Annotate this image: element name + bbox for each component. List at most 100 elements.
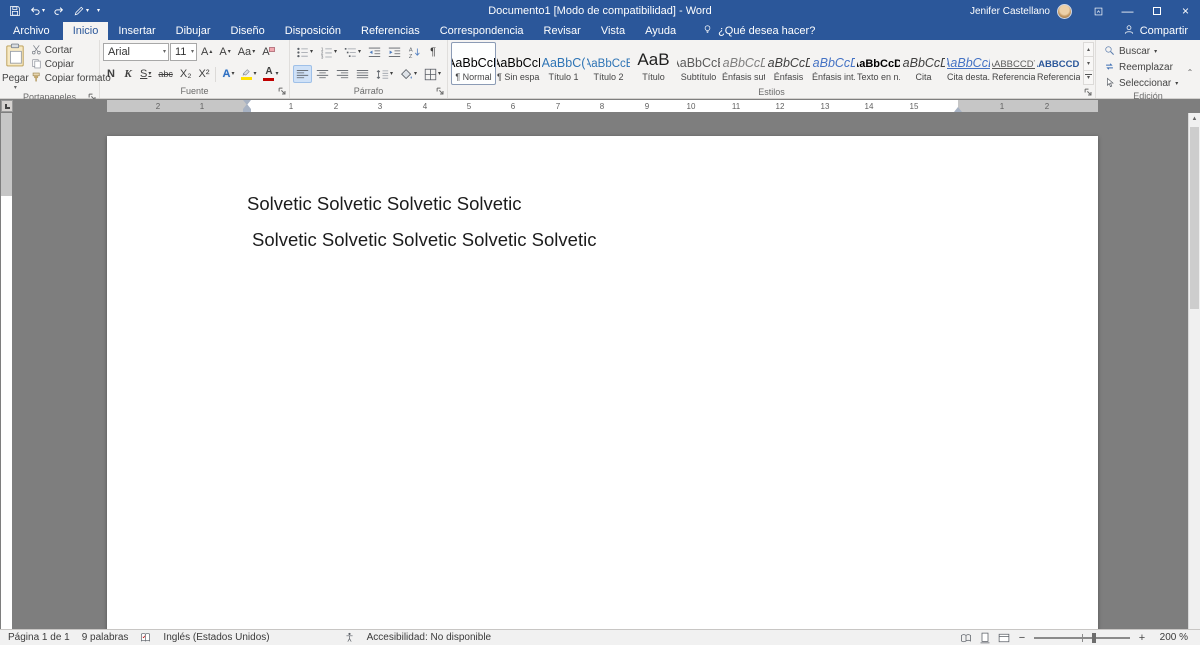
style-card[interactable]: AaBbCcDt Cita bbox=[901, 42, 946, 85]
tab-inicio[interactable]: Inicio bbox=[62, 22, 109, 40]
shrink-font-button[interactable]: A ▾ bbox=[216, 43, 233, 61]
clear-formatting-button[interactable]: A bbox=[259, 43, 277, 61]
replace-button[interactable]: Reemplazar bbox=[1104, 61, 1178, 74]
share-button[interactable]: Compartir bbox=[1111, 22, 1200, 40]
styles-scroll-down-icon[interactable]: ▾ bbox=[1084, 57, 1093, 71]
paste-button[interactable]: Pegar ▾ bbox=[2, 41, 29, 91]
tab-referencias[interactable]: Referencias bbox=[351, 22, 430, 40]
page-indicator[interactable]: Página 1 de 1 bbox=[8, 632, 70, 643]
tab-vista[interactable]: Vista bbox=[591, 22, 635, 40]
zoom-slider-thumb[interactable] bbox=[1091, 632, 1096, 643]
text-effects-button[interactable]: A ▾ bbox=[219, 65, 237, 83]
styles-more-icon[interactable]: ▾ bbox=[1084, 71, 1093, 84]
tab-stop-selector[interactable] bbox=[1, 100, 13, 112]
tab-diseño[interactable]: Diseño bbox=[221, 22, 275, 40]
hanging-indent-marker[interactable] bbox=[243, 104, 251, 112]
font-dialog-launcher-icon[interactable] bbox=[278, 87, 287, 96]
increase-indent-button[interactable] bbox=[385, 43, 404, 61]
vertical-ruler[interactable] bbox=[1, 113, 12, 629]
sort-button[interactable]: AZ bbox=[405, 43, 424, 61]
zoom-in-button[interactable]: + bbox=[1137, 632, 1147, 644]
tab-disposición[interactable]: Disposición bbox=[275, 22, 351, 40]
tab-insertar[interactable]: Insertar bbox=[108, 22, 165, 40]
font-color-button[interactable]: A ▾ bbox=[260, 65, 281, 83]
style-card[interactable]: AaBbCcDt Énfasis sutil bbox=[721, 42, 766, 85]
style-card[interactable]: AaBbCcL Cita desta... bbox=[946, 42, 991, 85]
justify-button[interactable] bbox=[353, 65, 372, 83]
scrollbar-thumb[interactable] bbox=[1190, 127, 1199, 309]
tell-me-box[interactable]: ¿Qué desea hacer? bbox=[702, 22, 815, 40]
horizontal-ruler[interactable]: 2 1 1 2 3 4 5 6 7 8 9 10 11 12 13 14 15 1 2 bbox=[107, 100, 1098, 112]
style-card[interactable]: AaBbCcL ¶ Sin espa... bbox=[496, 42, 541, 85]
styles-dialog-launcher-icon[interactable] bbox=[1084, 88, 1093, 97]
borders-button[interactable]: ▾ bbox=[421, 65, 444, 83]
paragraph-dialog-launcher-icon[interactable] bbox=[436, 87, 445, 96]
styles-scroll-up-icon[interactable]: ▴ bbox=[1084, 43, 1093, 57]
font-name-combo[interactable]: Arial ▾ bbox=[103, 43, 169, 61]
italic-button[interactable]: K bbox=[120, 65, 136, 83]
grow-font-button[interactable]: A ▴ bbox=[198, 43, 215, 61]
style-card[interactable]: AaBbCcE Título 2 bbox=[586, 42, 631, 85]
accessibility-icon[interactable] bbox=[344, 632, 355, 643]
tab-archivo[interactable]: Archivo bbox=[0, 22, 63, 40]
proofing-book-icon[interactable] bbox=[140, 632, 151, 643]
style-card[interactable]: AaBbCcDt Énfasis bbox=[766, 42, 811, 85]
style-card[interactable]: AABBCCDT Referencia... bbox=[991, 42, 1036, 85]
minimize-button[interactable]: — bbox=[1113, 0, 1142, 22]
bold-button[interactable]: N bbox=[103, 65, 119, 83]
multilevel-list-button[interactable]: ▾ bbox=[341, 43, 364, 61]
tab-dibujar[interactable]: Dibujar bbox=[166, 22, 221, 40]
document-line[interactable]: Solvetic Solvetic Solvetic Solvetic Solv… bbox=[252, 222, 1098, 258]
accessibility-status[interactable]: Accesibilidad: No disponible bbox=[367, 632, 492, 643]
print-layout-icon[interactable] bbox=[979, 632, 991, 644]
document-line[interactable]: Solvetic Solvetic Solvetic Solvetic bbox=[247, 186, 1098, 222]
collapse-ribbon-icon[interactable]: ⌃ bbox=[1185, 68, 1195, 78]
web-layout-icon[interactable] bbox=[998, 632, 1010, 644]
redo-icon[interactable] bbox=[53, 5, 65, 17]
pen-icon[interactable]: ▾ bbox=[73, 5, 89, 17]
subscript-button[interactable]: X₂ bbox=[177, 65, 195, 83]
save-icon[interactable] bbox=[9, 5, 21, 17]
underline-button[interactable]: S ▾ bbox=[137, 65, 154, 83]
bullets-button[interactable]: ▾ bbox=[293, 43, 316, 61]
change-case-button[interactable]: Aa ▾ bbox=[235, 43, 258, 61]
read-mode-icon[interactable] bbox=[960, 632, 972, 644]
language-indicator[interactable]: Inglés (Estados Unidos) bbox=[163, 632, 269, 643]
customize-quick-access-icon[interactable]: ▾ bbox=[97, 8, 100, 14]
document-page[interactable]: Solvetic Solvetic Solvetic Solvetic Solve… bbox=[107, 136, 1098, 629]
align-left-button[interactable] bbox=[293, 65, 312, 83]
find-button[interactable]: Buscar ▾ bbox=[1104, 45, 1178, 58]
undo-icon[interactable]: ▾ bbox=[29, 5, 45, 17]
align-right-button[interactable] bbox=[333, 65, 352, 83]
shading-button[interactable]: ▾ bbox=[397, 65, 420, 83]
style-card[interactable]: AaB Título bbox=[631, 42, 676, 85]
superscript-button[interactable]: X² bbox=[195, 65, 212, 83]
select-button[interactable]: Seleccionar ▾ bbox=[1104, 77, 1178, 90]
style-card[interactable]: AABBCCDE Referencia... bbox=[1036, 42, 1081, 85]
font-size-combo[interactable]: 11 ▾ bbox=[170, 43, 197, 61]
numbering-button[interactable]: 123 ▾ bbox=[317, 43, 340, 61]
zoom-out-button[interactable]: − bbox=[1017, 632, 1027, 644]
decrease-indent-button[interactable] bbox=[365, 43, 384, 61]
close-button[interactable]: × bbox=[1171, 0, 1200, 22]
highlight-button[interactable]: ▾ bbox=[238, 65, 259, 83]
zoom-slider[interactable] bbox=[1034, 632, 1130, 643]
show-paragraph-marks-button[interactable]: ¶ bbox=[425, 43, 441, 61]
avatar[interactable] bbox=[1057, 3, 1072, 19]
style-card[interactable]: AaBbC(Título 1 bbox=[541, 42, 586, 85]
ribbon-display-options-icon[interactable] bbox=[1084, 0, 1113, 22]
tab-correspondencia[interactable]: Correspondencia bbox=[430, 22, 534, 40]
word-count[interactable]: 9 palabras bbox=[82, 632, 129, 643]
tab-revisar[interactable]: Revisar bbox=[534, 22, 591, 40]
maximize-button[interactable] bbox=[1142, 0, 1171, 22]
user-name[interactable]: Jenifer Castellano bbox=[970, 6, 1050, 17]
style-card[interactable]: AaBbCcL ¶ Normal bbox=[451, 42, 496, 85]
tab-ayuda[interactable]: Ayuda bbox=[635, 22, 686, 40]
style-card[interactable]: AaBbCcDt Énfasis int... bbox=[811, 42, 856, 85]
line-spacing-button[interactable]: ▾ bbox=[373, 65, 396, 83]
strikethrough-button[interactable]: abc bbox=[155, 65, 176, 83]
right-indent-marker[interactable] bbox=[954, 107, 962, 112]
vertical-scrollbar[interactable]: ▲ bbox=[1188, 113, 1200, 629]
style-card[interactable]: AaBbCcDt Texto en n... bbox=[856, 42, 901, 85]
style-card[interactable]: AaBbCcE Subtítulo bbox=[676, 42, 721, 85]
